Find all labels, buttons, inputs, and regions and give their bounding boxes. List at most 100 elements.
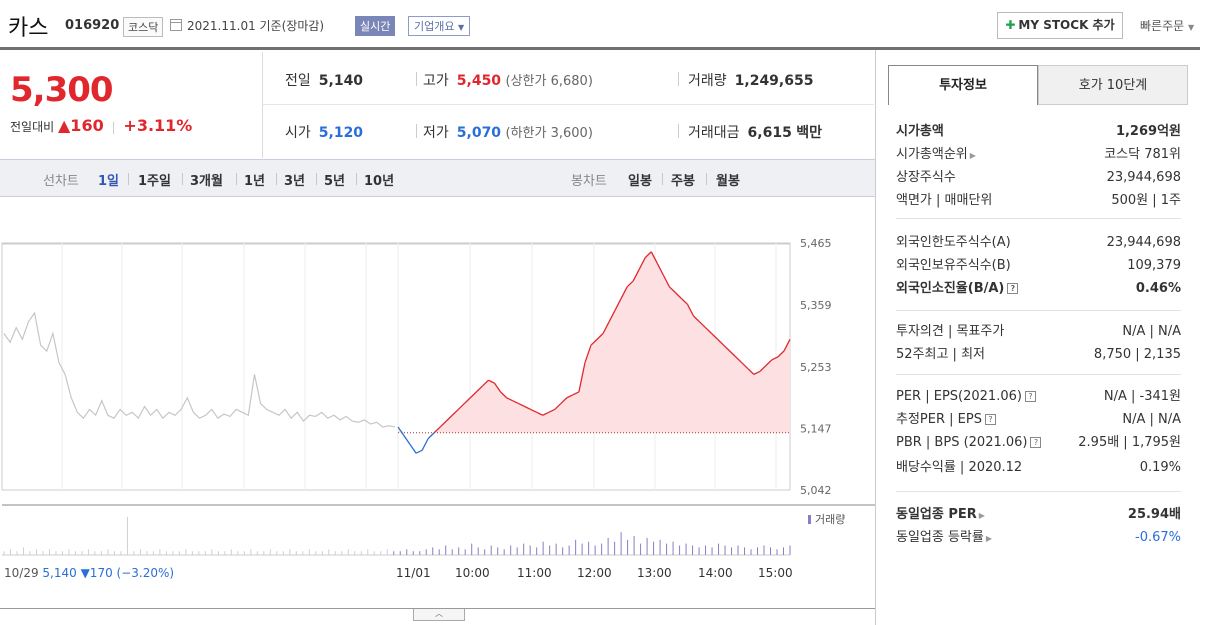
price-line-segment [403, 435, 411, 445]
help-icon[interactable]: ? [1007, 283, 1019, 294]
tab-1year[interactable]: 1년 [244, 170, 265, 189]
volume-value: 1,249,655 [734, 73, 814, 89]
info-row: 동일업종 PER ▶ 25.94배 [896, 504, 1181, 526]
company-overview-button[interactable]: 기업개요 ▼ [408, 16, 471, 36]
tab-3month[interactable]: 3개월 [190, 170, 223, 189]
y-axis-labels: 5,465 5,359 5,253 5,147 5,042 [800, 237, 832, 497]
info-row-value: 코스닥 781위 [1104, 147, 1181, 162]
tab-10year[interactable]: 10년 [364, 170, 394, 189]
prev-day-pct: (−3.20%) [117, 566, 175, 580]
candle-chart-label: 봉차트 [571, 174, 607, 189]
help-icon[interactable]: ? [1024, 391, 1036, 402]
line-chart-label: 선차트 [43, 174, 79, 189]
x-tick-label: 14:00 [698, 566, 733, 580]
quick-order-label: 빠른주문 [1140, 19, 1185, 33]
tab-monthly[interactable]: 월봉 [716, 170, 740, 189]
divider [182, 173, 183, 185]
tab-daily[interactable]: 일봉 [628, 170, 652, 189]
info-row: 투자의견 | 목표주가 N/A | N/A [896, 321, 1181, 343]
info-row-label: 외국인보유주식수(B) [896, 258, 1011, 273]
info-row-label[interactable]: 동일업종 등락률 ▶ [896, 527, 992, 550]
company-overview-label: 기업개요 [414, 20, 455, 33]
x-tick-label: 13:00 [637, 566, 672, 580]
divider [128, 173, 129, 185]
amount-label: 거래대금 [688, 125, 740, 141]
help-icon[interactable]: ? [984, 414, 996, 425]
lower-limit: (하한가 3,600) [505, 126, 593, 141]
info-row-label: PER | EPS(2021.06)? [896, 386, 1036, 408]
chart-period-tabs: 선차트 1일 1주일 3개월 1년 3년 5년 10년 봉차트 일봉 주봉 월봉 [0, 159, 875, 197]
info-row-label[interactable]: 시가총액순위 ▶ [896, 144, 976, 167]
info-row: PBR | BPS (2021.06)? 2.95배 | 1,795원 [896, 432, 1181, 454]
info-row-label: 상장주식수 [896, 170, 956, 185]
amount-value: 6,615 [747, 125, 792, 141]
low-value: 5,070 [456, 125, 502, 141]
y-tick-label: 5,359 [800, 299, 832, 312]
tab-1day[interactable]: 1일 [98, 170, 119, 189]
info-row-label: 52주최고 | 최저 [896, 347, 985, 362]
stock-name: 카스 [8, 16, 49, 41]
tab-5year[interactable]: 5년 [324, 170, 345, 189]
high-value: 5,450 [456, 73, 502, 89]
x-tick-label: 12:00 [577, 566, 612, 580]
divider [678, 124, 679, 138]
info-tabs: 투자정보 호가 10단계 [888, 65, 1188, 105]
chevron-down-icon: ▼ [1188, 23, 1195, 32]
divider [416, 124, 417, 138]
divider [875, 50, 876, 625]
quick-order-button[interactable]: 빠른주문 ▼ [1140, 17, 1194, 34]
info-row: 배당수익률 | 2020.12 0.19% [896, 457, 1181, 479]
chevron-right-icon: ▶ [978, 511, 985, 520]
info-row-label: 액면가 | 매매단위 [896, 193, 993, 208]
info-row-label: 추정PER | EPS? [896, 409, 996, 431]
price-change: 전일대비 ▲160 | +3.11% [10, 116, 192, 135]
my-stock-add-button[interactable]: ✚ MY STOCK 추가 [997, 12, 1123, 39]
info-row-label: 시가총액 [896, 124, 944, 139]
chevron-right-icon: ▶ [985, 534, 993, 543]
tab-weekly[interactable]: 주봉 [671, 170, 695, 189]
low-label: 저가 [423, 125, 449, 141]
help-icon[interactable]: ? [1030, 437, 1042, 448]
info-row-value: 500원 | 1주 [1111, 193, 1181, 208]
open-label: 시가 [285, 125, 311, 141]
chevron-up-icon[interactable]: ︿ [413, 609, 465, 621]
tab-orderbook[interactable]: 호가 10단계 [1038, 65, 1188, 105]
stock-code: 016920 [65, 18, 120, 33]
info-row-label: PBR | BPS (2021.06)? [896, 432, 1042, 454]
price-chart[interactable]: 5,465 5,359 5,253 5,147 5,042 11/01 10:00 11:0… [0, 225, 875, 595]
divider [236, 173, 237, 185]
prev-day-summary: 10/29 5,140 ▼170 (−3.20%) [4, 566, 174, 580]
info-row-value: 25.94배 [1127, 507, 1181, 522]
stock-header: 카스 016920 코스닥 2021.11.01 기준(장마감) 실시간 기업개… [0, 0, 1205, 50]
info-row: PER | EPS(2021.06)? N/A | -341원 [896, 386, 1181, 408]
current-price: 5,300 [10, 70, 114, 110]
divider [356, 173, 357, 185]
info-row-value: N/A | N/A [1122, 324, 1181, 339]
tab-investment-info[interactable]: 투자정보 [888, 65, 1038, 105]
divider [896, 491, 1181, 492]
calendar-icon [170, 19, 182, 31]
change-percent: +3.11% [123, 116, 193, 135]
divider [276, 173, 277, 185]
prev-close-value: 5,140 [318, 73, 364, 89]
info-row-value: 23,944,698 [1106, 170, 1181, 185]
info-row: 시가총액 1,269억원 [896, 121, 1181, 143]
chevron-down-icon: ▼ [457, 23, 465, 32]
tab-3year[interactable]: 3년 [284, 170, 305, 189]
x-tick-label: 11/01 [396, 566, 431, 580]
plus-icon: ✚ [1005, 18, 1016, 32]
y-tick-label: 5,147 [800, 423, 832, 436]
chevron-right-icon: ▶ [969, 151, 976, 160]
upper-limit: (상한가 6,680) [505, 74, 593, 89]
info-row-value: 0.46% [1135, 281, 1181, 296]
info-row-label[interactable]: 동일업종 PER ▶ [896, 504, 985, 527]
tab-1week[interactable]: 1주일 [138, 170, 171, 189]
realtime-button[interactable]: 실시간 [355, 16, 396, 36]
info-row: 52주최고 | 최저 8,750 | 2,135 [896, 344, 1181, 366]
price-line-segment [415, 449, 423, 454]
divider [416, 72, 417, 86]
info-row-value: N/A | N/A [1122, 412, 1181, 427]
change-label: 전일대비 [10, 120, 55, 134]
divider [896, 310, 1181, 311]
info-row: 추정PER | EPS? N/A | N/A [896, 409, 1181, 431]
